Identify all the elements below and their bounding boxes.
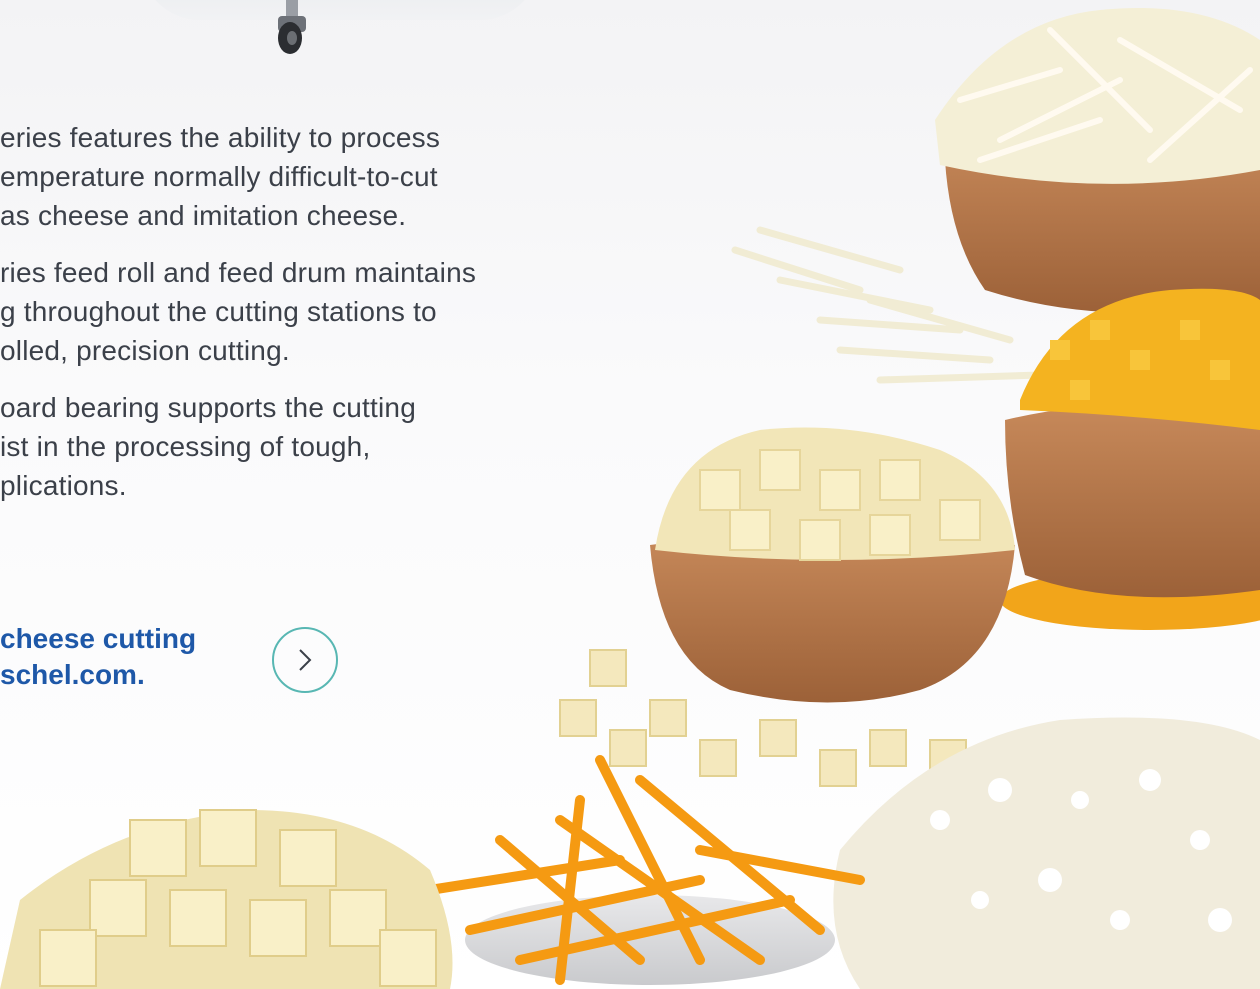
crumbled-white <box>833 717 1260 989</box>
bowl-diced-cheddar <box>1000 288 1260 630</box>
bowl-shredded-white <box>935 8 1260 313</box>
spilled-shreds <box>731 226 1044 384</box>
pile-diced-white <box>0 809 453 989</box>
machine-base <box>140 0 540 20</box>
bowl-diced-white <box>650 427 1015 703</box>
feature-item-3: oard bearing supports the cutting ist in… <box>0 392 416 501</box>
feature-item-2: ries feed roll and feed drum maintains g… <box>0 257 477 366</box>
caster-wheel-icon <box>278 0 306 54</box>
chevron-right-icon <box>299 649 312 671</box>
cta-link[interactable]: cheese cutting schel.com. <box>0 621 196 693</box>
plate-shredded-cheddar <box>425 755 865 985</box>
next-button[interactable] <box>272 627 338 693</box>
spilled-diced-white <box>559 649 967 787</box>
page: eries features the ability to process em… <box>0 0 1260 989</box>
feature-list: eries features the ability to process em… <box>0 118 600 523</box>
feature-item-1: eries features the ability to process em… <box>0 122 441 231</box>
